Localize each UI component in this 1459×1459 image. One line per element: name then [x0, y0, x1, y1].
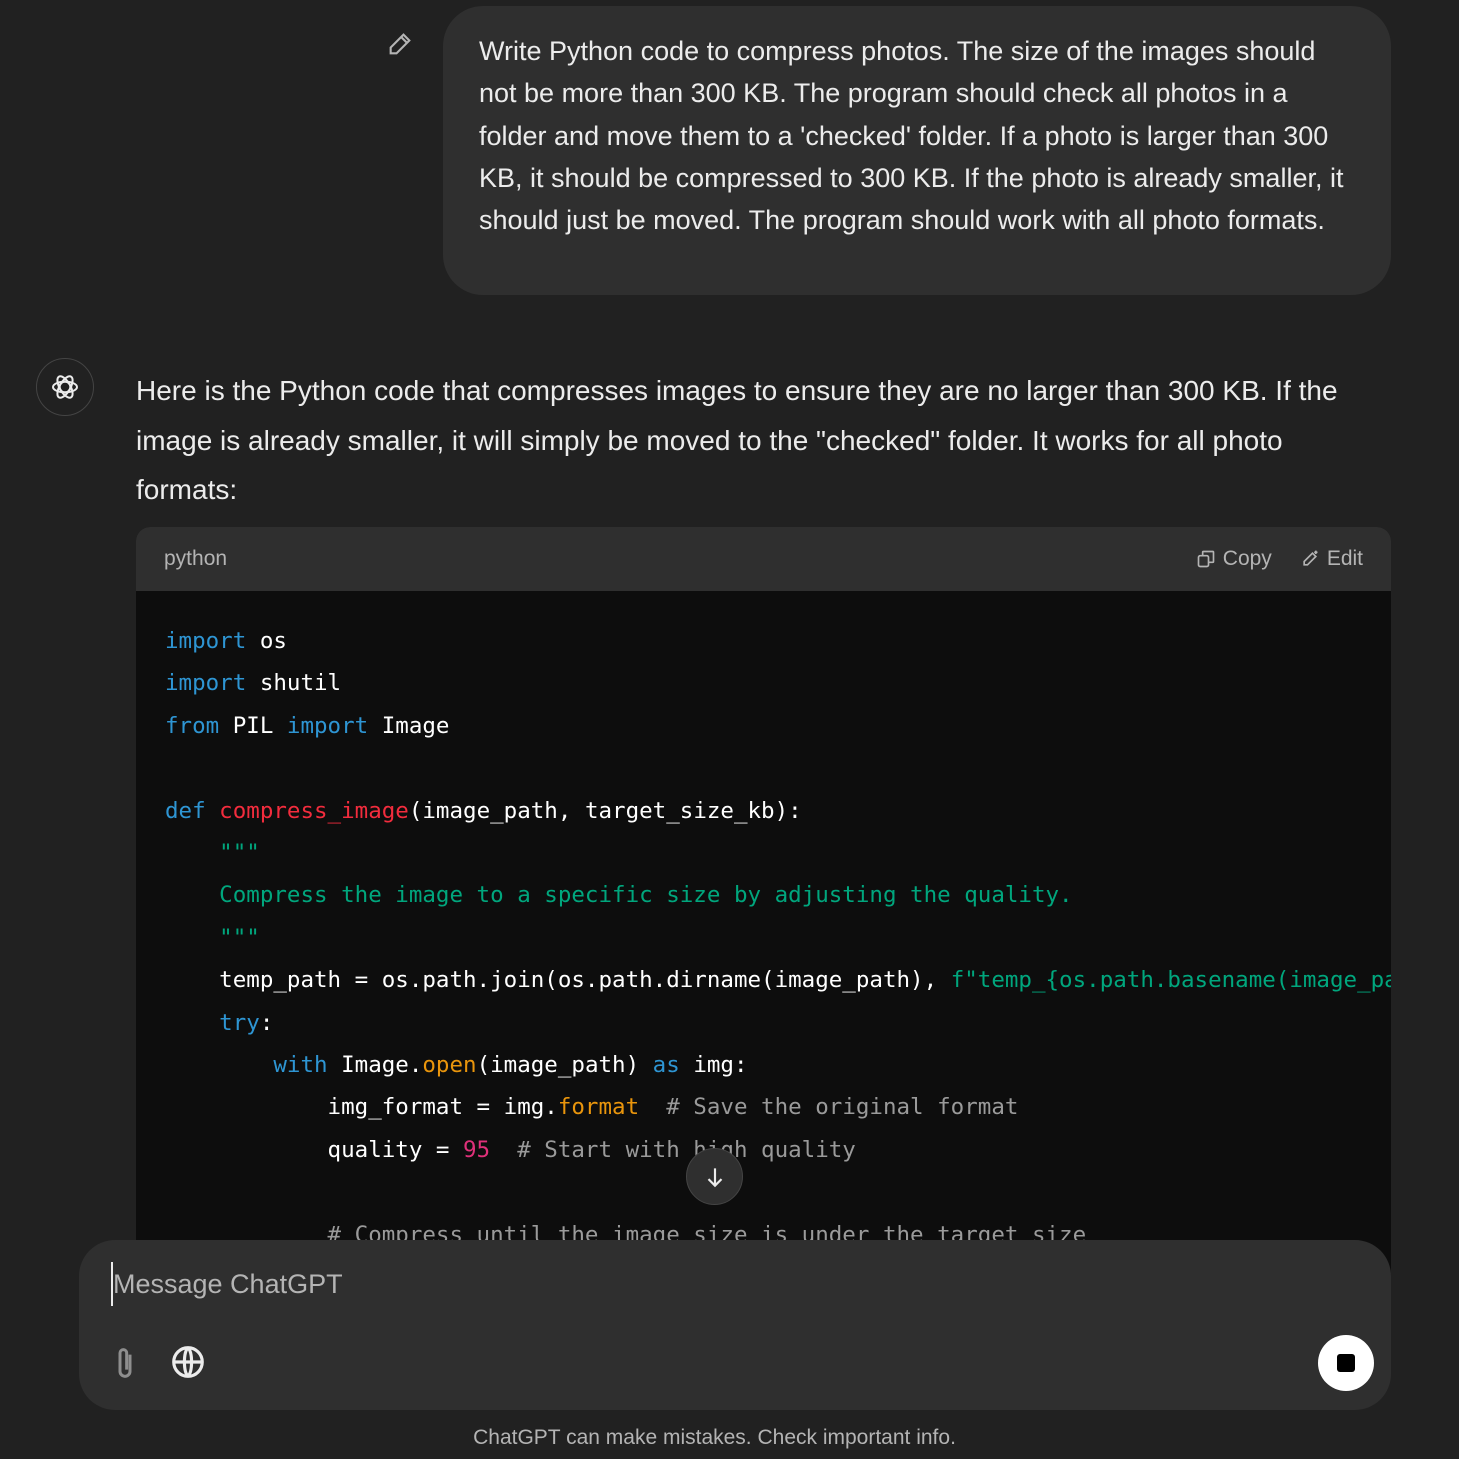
code-token: with [165, 1052, 328, 1079]
stop-icon [1337, 1354, 1355, 1372]
code-token: temp_path = os.path.join(os.path.dirname… [165, 967, 951, 994]
code-token: shutil [246, 670, 342, 697]
code-line: def compress_image(image_path, target_si… [165, 790, 1391, 832]
code-line: temp_path = os.path.join(os.path.dirname… [165, 959, 1391, 1001]
code-line: import shutil [165, 662, 1391, 704]
assistant-message: Here is the Python code that compresses … [136, 375, 1338, 505]
code-token: : [259, 1009, 274, 1036]
code-token: as [639, 1052, 680, 1079]
code-token: """ [165, 840, 260, 867]
code-token: Compress the image to a specific size by… [165, 882, 1073, 909]
code-token: img: [679, 1052, 748, 1079]
code-token: try [165, 1009, 260, 1036]
code-token: PIL [219, 712, 274, 739]
pencil-icon [1303, 550, 1318, 566]
code-token: Image. [327, 1052, 423, 1079]
copy-button[interactable]: Copy [1196, 547, 1272, 571]
code-token: os [246, 628, 287, 654]
message-input[interactable] [111, 1262, 1261, 1306]
code-line: from PIL import Image [165, 705, 1391, 747]
copy-icon [1197, 550, 1215, 568]
composer [79, 1240, 1391, 1410]
code-token: import [165, 628, 247, 654]
code-token: Image [368, 712, 450, 739]
code-line: """ [165, 832, 1391, 874]
code-token: 95 [463, 1136, 491, 1163]
code-line: """ [165, 917, 1391, 959]
code-token: import [165, 670, 247, 697]
chatgpt-logo-icon [36, 358, 94, 416]
code-token: (image_path) [476, 1052, 640, 1079]
edit-message-icon[interactable] [386, 30, 416, 60]
code-token: # Save the original format [639, 1094, 1019, 1121]
code-token: def [165, 797, 206, 824]
attach-icon[interactable] [109, 1343, 141, 1388]
code-token: compress_image [205, 797, 409, 824]
arrow-down-icon [707, 1167, 722, 1187]
code-token: (image_path, target_size_kb): [408, 797, 802, 824]
code-line: with Image.open(image_path) as img: [165, 1044, 1391, 1086]
code-language: python [164, 547, 228, 570]
globe-icon[interactable] [169, 1343, 207, 1386]
code-line: quality = 95 # Start with high quality [165, 1129, 1391, 1171]
code-content: import os import shutil from PIL import Im… [136, 591, 1391, 1256]
code-token: """ [165, 924, 260, 951]
code-token: img_format = img. [165, 1094, 558, 1121]
disclaimer: ChatGPT can make mistakes. Check importa… [473, 1426, 956, 1449]
code-token: import [273, 712, 369, 739]
code-block: python Copy Edit import os import shutil f… [136, 527, 1391, 1287]
user-message: Write Python code to compress photos. Th… [443, 6, 1391, 295]
code-token: format [557, 1094, 640, 1121]
code-token: f"temp_{os.path.basename(image_path)}" [950, 967, 1391, 994]
edit-label: Edit [1326, 547, 1363, 570]
edit-button[interactable]: Edit [1300, 547, 1363, 571]
code-line: Compress the image to a specific size by… [165, 874, 1391, 916]
code-token: # Start with high quality [490, 1136, 856, 1163]
code-token: from [165, 712, 220, 739]
copy-label: Copy [1222, 547, 1272, 570]
code-token: open [422, 1052, 477, 1079]
code-token: quality = [165, 1136, 464, 1163]
code-line: try: [165, 1002, 1391, 1044]
scroll-down-button[interactable] [686, 1148, 743, 1205]
code-line: import os [165, 620, 1391, 662]
stop-button[interactable] [1318, 1335, 1374, 1391]
code-line: img_format = img.format # Save the origi… [165, 1086, 1391, 1128]
